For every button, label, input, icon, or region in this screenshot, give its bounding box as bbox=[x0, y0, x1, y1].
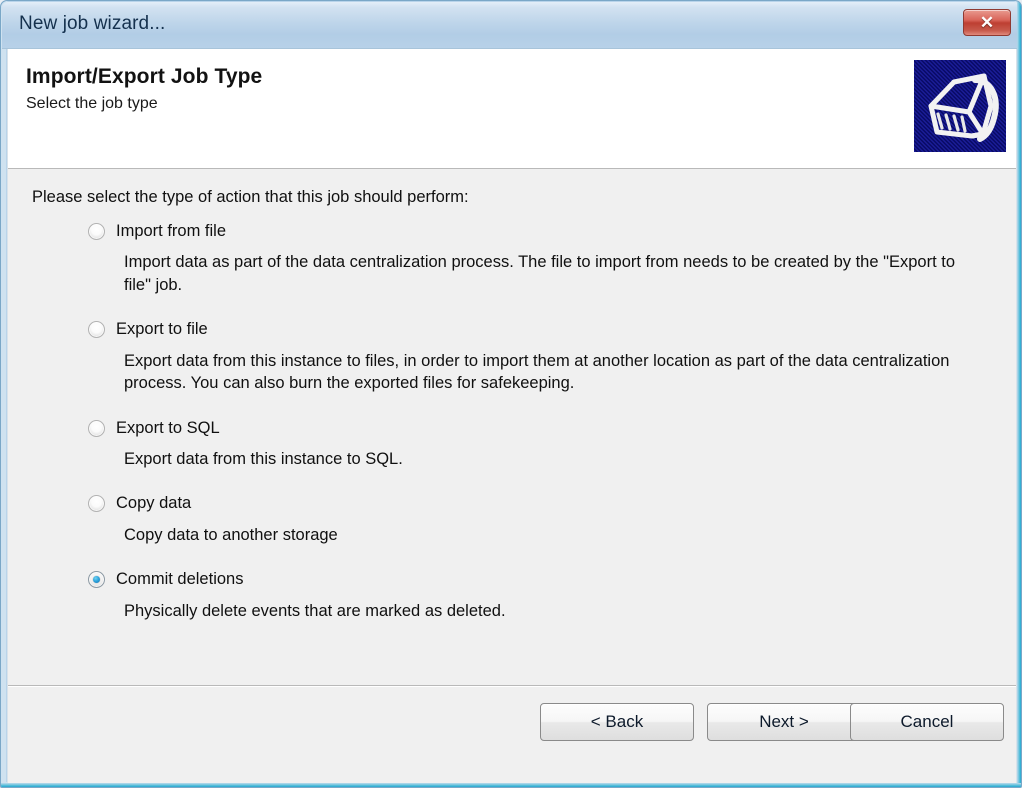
radio-label-export-to-file: Export to file bbox=[116, 320, 208, 339]
client-area: Import/Export Job Type Select the job ty… bbox=[7, 49, 1017, 784]
radio-icon-export-to-sql[interactable] bbox=[88, 419, 105, 437]
option-copy-data: Copy data Copy data to another storage bbox=[32, 491, 996, 547]
wizard-window: New job wizard... ✕ Import/Export Job Ty… bbox=[0, 0, 1022, 788]
radio-description-commit-deletions: Physically delete events that are marked… bbox=[124, 601, 506, 620]
close-button[interactable]: ✕ bbox=[963, 9, 1011, 36]
radio-label-export-to-sql: Export to SQL bbox=[116, 418, 220, 437]
radio-row-export-to-file[interactable]: Export to file bbox=[32, 317, 996, 343]
instruction-text: Please select the type of action that th… bbox=[32, 188, 469, 206]
cancel-button[interactable]: Cancel bbox=[850, 703, 1004, 741]
back-button[interactable]: < Back bbox=[540, 703, 694, 741]
radio-icon-commit-deletions[interactable] bbox=[88, 571, 105, 589]
page-subtitle: Select the job type bbox=[26, 95, 158, 112]
option-export-to-file: Export to file Export data from this ins… bbox=[32, 317, 996, 396]
radio-description-export-to-sql: Export data from this instance to SQL. bbox=[124, 450, 403, 469]
page-title: Import/Export Job Type bbox=[26, 65, 263, 88]
radio-description-export-to-file: Export data from this instance to files,… bbox=[124, 351, 950, 393]
radio-label-copy-data: Copy data bbox=[116, 494, 192, 513]
radio-row-export-to-sql[interactable]: Export to SQL bbox=[32, 415, 996, 441]
radio-icon-export-to-file[interactable] bbox=[88, 321, 105, 339]
job-type-radio-group: Import from file Import data as part of … bbox=[32, 218, 996, 622]
radio-label-commit-deletions: Commit deletions bbox=[116, 570, 244, 589]
wizard-header: Import/Export Job Type Select the job ty… bbox=[8, 49, 1016, 169]
wizard-footer: < Back Next > Cancel bbox=[8, 685, 1016, 784]
window-title: New job wizard... bbox=[19, 13, 166, 34]
option-export-to-sql: Export to SQL Export data from this inst… bbox=[32, 415, 996, 471]
radio-row-copy-data[interactable]: Copy data bbox=[32, 491, 996, 517]
title-bar[interactable]: New job wizard... ✕ bbox=[2, 2, 1020, 49]
radio-icon-copy-data[interactable] bbox=[88, 495, 105, 513]
radio-label-import-from-file: Import from file bbox=[116, 221, 227, 240]
option-commit-deletions: Commit deletions Physically delete event… bbox=[32, 567, 996, 623]
radio-row-import-from-file[interactable]: Import from file bbox=[32, 218, 996, 244]
next-button[interactable]: Next > bbox=[707, 703, 861, 741]
radio-row-commit-deletions[interactable]: Commit deletions bbox=[32, 567, 996, 593]
import-export-job-icon bbox=[914, 60, 1006, 152]
close-icon: ✕ bbox=[979, 13, 995, 32]
option-import-from-file: Import from file Import data as part of … bbox=[32, 218, 996, 297]
radio-description-import-from-file: Import data as part of the data centrali… bbox=[124, 253, 955, 294]
radio-icon-import-from-file[interactable] bbox=[88, 222, 105, 240]
wizard-body: Please select the type of action that th… bbox=[8, 170, 1016, 685]
radio-description-copy-data: Copy data to another storage bbox=[124, 525, 338, 544]
